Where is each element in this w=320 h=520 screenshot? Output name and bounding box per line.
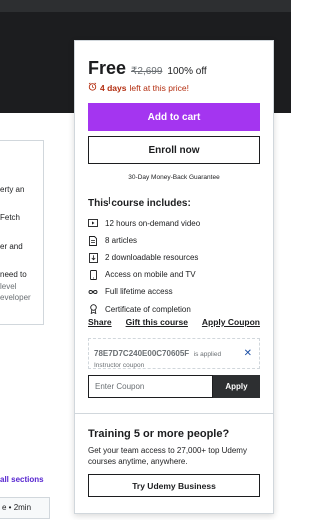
include-label: 12 hours on-demand video: [105, 219, 201, 229]
lecture-row[interactable]: e • 2min: [0, 497, 50, 519]
applied-coupon-line: 78E7D7C240E00C70605F is applied: [94, 343, 254, 361]
coupon-type: Instructor coupon: [94, 362, 145, 369]
share-link[interactable]: Share: [88, 317, 112, 327]
expand-all-sections-link[interactable]: all sections: [0, 475, 44, 484]
timer-text: left at this price!: [129, 82, 189, 93]
mouse-cursor-icon: I: [108, 196, 111, 207]
list-item: Access on mobile and TV: [88, 266, 260, 283]
include-label: 8 articles: [105, 236, 138, 246]
course-description-fragment: erty an Fetch er and need to level evelo…: [0, 140, 72, 520]
description-line: level: [0, 282, 17, 291]
coupon-code: 78E7D7C240E00C70605F: [94, 349, 190, 358]
add-to-cart-button[interactable]: Add to cart: [88, 103, 260, 131]
business-description: Get your team access to 27,000+ top Udem…: [88, 446, 247, 466]
requirements-box: erty an Fetch er and need to level evelo…: [0, 140, 44, 325]
include-label: Access on mobile and TV: [105, 270, 196, 280]
top-nav-strip: [0, 0, 291, 12]
original-price: ₹2,699: [131, 66, 163, 77]
description-line: eveloper: [0, 293, 31, 302]
description-line: er and: [0, 242, 23, 251]
gift-course-link[interactable]: Gift this course: [126, 317, 188, 327]
money-back-guarantee: 30-Day Money-Back Guarantee: [128, 174, 220, 181]
coupon-input[interactable]: Enter Coupon: [88, 375, 213, 398]
list-item: Certificate of completion: [88, 300, 260, 317]
discount-label: 100% off: [167, 66, 207, 77]
current-price: Free: [88, 58, 127, 78]
list-item: 8 articles: [88, 232, 260, 249]
description-line: need to: [0, 270, 27, 279]
price-timer: 4 days left at this price!: [88, 82, 189, 93]
includes-heading: This course includes:: [88, 198, 191, 209]
download-icon: [88, 252, 98, 263]
article-icon: [88, 235, 98, 246]
apply-coupon-button[interactable]: Apply: [213, 375, 260, 398]
purchase-card: Free ₹2,699 100% off 4 days left at this…: [74, 40, 274, 514]
list-item: 2 downloadable resources: [88, 249, 260, 266]
certificate-icon: [88, 304, 98, 315]
timer-days: 4 days: [100, 82, 127, 93]
card-actions: Share Gift this course Apply Coupon: [88, 317, 260, 327]
coupon-form: Enter Coupon Apply: [88, 375, 260, 398]
include-label: Full lifetime access: [105, 287, 173, 297]
infinity-icon: [88, 287, 98, 297]
description-line: erty an: [0, 185, 25, 194]
section-divider: [75, 413, 273, 414]
try-business-button[interactable]: Try Udemy Business: [88, 474, 260, 497]
business-heading: Training 5 or more people?: [88, 428, 230, 440]
list-item: 12 hours on-demand video: [88, 215, 260, 232]
coupon-applied-text: is applied: [193, 351, 222, 358]
list-item: Full lifetime access: [88, 283, 260, 300]
description-line: Fetch: [0, 213, 21, 222]
close-icon[interactable]: ✕: [244, 348, 252, 359]
applied-coupon-box: 78E7D7C240E00C70605F is applied Instruct…: [88, 338, 260, 369]
include-label: Certificate of completion: [105, 304, 191, 314]
include-label: 2 downloadable resources: [105, 253, 199, 263]
apply-coupon-link[interactable]: Apply Coupon: [202, 317, 260, 327]
includes-list: 12 hours on-demand video 8 articles 2 do…: [88, 215, 260, 318]
price-row: Free ₹2,699 100% off: [88, 58, 207, 79]
enroll-now-button[interactable]: Enroll now: [88, 136, 260, 164]
video-icon: [88, 219, 98, 229]
alarm-clock-icon: [88, 82, 97, 93]
mobile-icon: [88, 269, 98, 280]
